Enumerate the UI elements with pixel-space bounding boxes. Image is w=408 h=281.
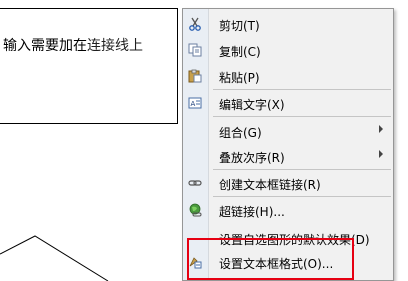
menu-separator xyxy=(213,196,391,197)
text-box[interactable]: 输入需要加在连接线上 xyxy=(0,8,178,124)
svg-text:A: A xyxy=(191,100,196,108)
menu-item-label: 创建文本框链接(R) xyxy=(219,178,321,192)
menu-item-hyperlink[interactable]: 超链接(H)... xyxy=(183,199,393,221)
menu-separator xyxy=(213,169,391,170)
menu-item-cut[interactable]: 剪切(T) xyxy=(183,13,393,35)
menu-item-group[interactable]: 组合(G) xyxy=(183,120,393,142)
menu-item-label: 复制(C) xyxy=(219,45,261,59)
menu-separator xyxy=(213,116,391,117)
paste-icon xyxy=(187,68,203,84)
text-link: 连接线上 xyxy=(87,38,143,54)
text-main: 输入需要加在 xyxy=(3,38,87,54)
menu-item-paste[interactable]: 粘贴(P) xyxy=(183,65,393,87)
edit-text-icon: A xyxy=(187,95,203,111)
copy-icon xyxy=(187,42,203,58)
menu-item-label: 剪切(T) xyxy=(219,19,260,33)
globe-link-icon xyxy=(187,202,203,218)
text-box-content: 输入需要加在连接线上 xyxy=(3,35,143,55)
menu-item-label: 叠放次序(R) xyxy=(219,151,285,165)
menu-item-label: 编辑文字(X) xyxy=(219,98,285,112)
highlight-annotation xyxy=(187,238,354,280)
menu-item-label: 组合(G) xyxy=(219,126,262,140)
menu-item-order[interactable]: 叠放次序(R) xyxy=(183,145,393,167)
menu-item-label: 粘贴(P) xyxy=(219,71,260,85)
menu-item-label: 超链接(H)... xyxy=(219,205,285,219)
submenu-arrow-icon xyxy=(379,150,383,158)
link-chain-icon xyxy=(187,175,203,191)
menu-item-create-link[interactable]: 创建文本框链接(R) xyxy=(183,172,393,194)
triangle-shape[interactable] xyxy=(0,226,110,281)
submenu-arrow-icon xyxy=(379,125,383,133)
scissors-icon xyxy=(187,16,203,32)
menu-item-edit-text[interactable]: A 编辑文字(X) xyxy=(183,92,393,114)
menu-item-copy[interactable]: 复制(C) xyxy=(183,39,393,61)
menu-separator xyxy=(213,89,391,90)
